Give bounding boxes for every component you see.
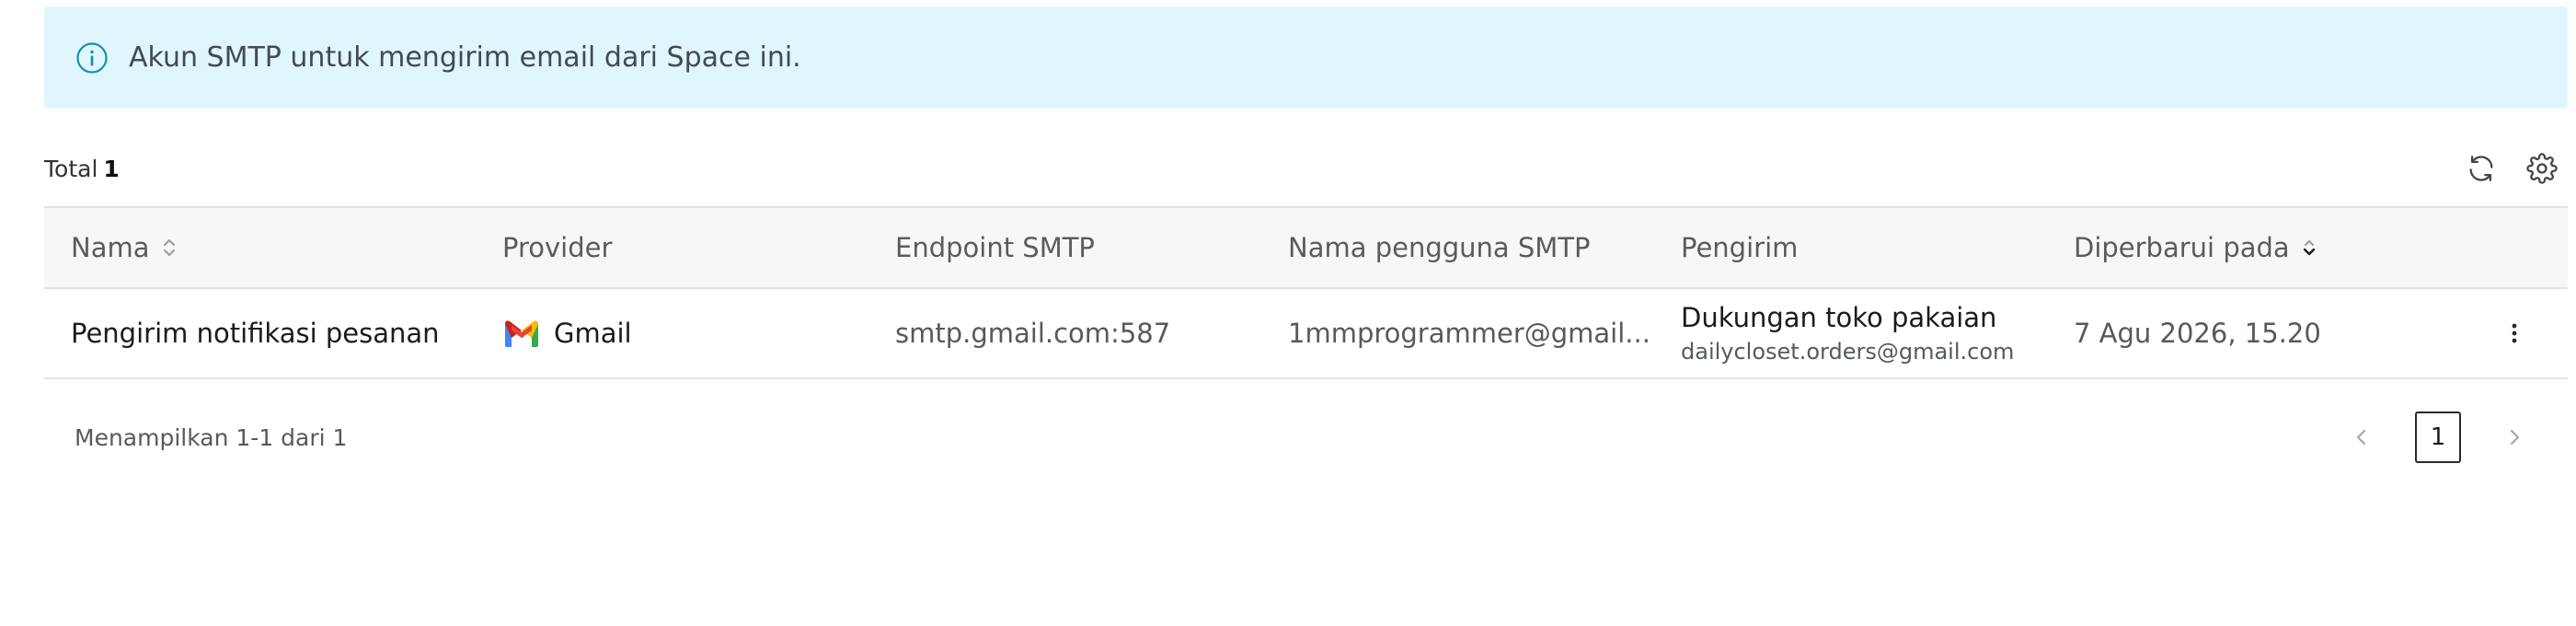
cell-name[interactable]: Pengirim notifikasi pesanan xyxy=(44,318,476,349)
gmail-icon xyxy=(502,319,541,348)
column-header-label: Nama pengguna SMTP xyxy=(1288,232,1591,263)
column-header-provider: Provider xyxy=(476,232,868,263)
cell-endpoint: smtp.gmail.com:587 xyxy=(895,318,1171,349)
pagination: 1 xyxy=(2345,412,2568,463)
smtp-accounts-table: Nama Provider Endpoint SMTP Nama penggun… xyxy=(44,206,2568,379)
gear-icon[interactable] xyxy=(2525,152,2559,185)
total-label: Total xyxy=(44,155,98,182)
column-header-username: Nama pengguna SMTP xyxy=(1261,232,1654,263)
info-icon xyxy=(75,41,109,75)
info-banner-text: Akun SMTP untuk mengirim email dari Spac… xyxy=(129,41,801,74)
sender-name: Dukungan toko pakaian xyxy=(1681,302,1997,333)
showing-range-text: Menampilkan 1-1 dari 1 xyxy=(75,423,348,451)
column-header-label: Provider xyxy=(502,232,613,263)
column-header-label: Endpoint SMTP xyxy=(895,232,1095,263)
cell-actions xyxy=(2470,317,2568,350)
chevron-left-icon[interactable] xyxy=(2345,421,2378,454)
cell-provider: Gmail xyxy=(476,318,868,349)
column-header-name[interactable]: Nama xyxy=(44,232,476,263)
sort-icon[interactable] xyxy=(161,236,178,260)
column-header-endpoint: Endpoint SMTP xyxy=(868,232,1261,263)
cell-sender: Dukungan toko pakaian dailycloset.orders… xyxy=(1654,302,2047,365)
column-header-label: Pengirim xyxy=(1681,232,1799,263)
provider-name: Gmail xyxy=(554,318,632,349)
column-header-label: Nama xyxy=(71,232,150,263)
info-banner: Akun SMTP untuk mengirim email dari Spac… xyxy=(44,6,2568,109)
table-footer: Menampilkan 1-1 dari 1 1 xyxy=(44,400,2568,474)
column-header-updated[interactable]: Diperbarui pada xyxy=(2047,232,2470,263)
refresh-icon[interactable] xyxy=(2465,152,2498,185)
page-number-button[interactable]: 1 xyxy=(2415,412,2461,463)
cell-updated: 7 Agu 2026, 15.20 xyxy=(2074,318,2321,349)
smtp-accounts-page: Akun SMTP untuk mengirim email dari Spac… xyxy=(0,0,2576,626)
table-header: Nama Provider Endpoint SMTP Nama penggun… xyxy=(44,208,2568,289)
sender-email: dailycloset.orders@gmail.com xyxy=(1681,339,2015,365)
column-header-sender: Pengirim xyxy=(1654,232,2047,263)
total-value: 1 xyxy=(103,155,120,182)
sort-desc-icon[interactable] xyxy=(2301,236,2317,260)
total-count: Total 1 xyxy=(44,156,120,182)
more-vertical-icon[interactable] xyxy=(2498,317,2531,350)
chevron-right-icon[interactable] xyxy=(2498,421,2531,454)
cell-username: 1mmprogrammer@gmail... xyxy=(1288,318,1650,349)
table-row[interactable]: Pengirim notifikasi pesanan Gmail smtp.g… xyxy=(44,289,2568,379)
table-toolbar: Total 1 xyxy=(44,143,2568,194)
column-header-label: Diperbarui pada xyxy=(2074,232,2290,263)
